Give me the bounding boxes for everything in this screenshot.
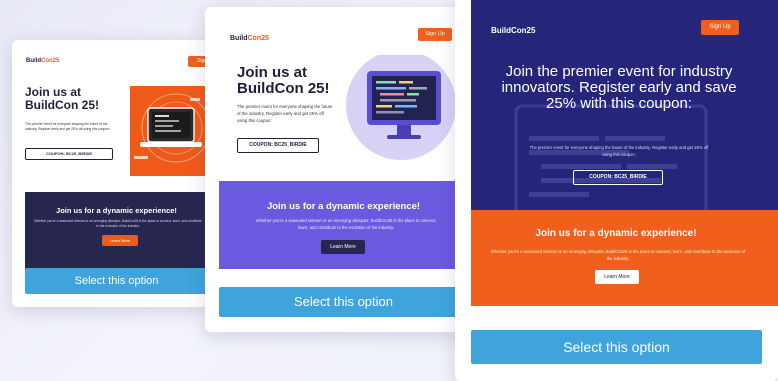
- learn-more-button[interactable]: Learn More: [595, 270, 639, 284]
- learn-more-button[interactable]: Learn More: [321, 240, 365, 254]
- promo-section: Join us for a dynamic experience! Whethe…: [471, 210, 778, 306]
- select-option-button-3[interactable]: Select this option: [471, 330, 762, 364]
- hero-section: BuildCon25 Sign Up Join the premier even…: [471, 0, 778, 218]
- headline: Join us at BuildCon 25!: [237, 64, 330, 97]
- laptop-illustration: [130, 86, 208, 176]
- email-option-card-3: BuildCon25 Sign Up Join the premier even…: [455, 0, 778, 381]
- coupon-code: COUPON: BC25_BIRDIE: [237, 138, 319, 153]
- buildcon-logo: BuildCon25: [491, 26, 536, 35]
- promo-body: Whether you're a seasoned veteran or an …: [34, 219, 202, 228]
- promo-section: Join us for a dynamic experience! Whethe…: [25, 192, 208, 270]
- promo-body: Whether you're a seasoned veteran or an …: [255, 218, 437, 230]
- intro-text: The premier event for everyone shaping t…: [237, 104, 333, 123]
- learn-more-button[interactable]: Learn More: [102, 235, 138, 246]
- buildcon-logo: BuildCon25: [230, 35, 269, 42]
- select-option-button-2[interactable]: Select this option: [219, 287, 468, 317]
- intro-text: The premier event for everyone shaping t…: [529, 145, 709, 157]
- promo-section: Join us for a dynamic experience! Whethe…: [219, 181, 468, 269]
- email-option-card-2: BuildCon25 Sign Up Join us at BuildCon 2…: [205, 7, 468, 332]
- select-option-button-1[interactable]: Select this option: [25, 268, 208, 294]
- promo-title: Join us for a dynamic experience!: [266, 201, 421, 212]
- sign-up-button[interactable]: Sign Up: [418, 28, 452, 41]
- coupon-code: COUPON: BC25_BIRDIE: [573, 170, 663, 185]
- headline: Join us at BuildCon 25!: [25, 85, 99, 112]
- intro-text: The premier event for everyone shaping t…: [25, 122, 110, 131]
- promo-body: Whether you're a seasoned veteran or an …: [490, 249, 746, 261]
- monitor-illustration: [345, 50, 468, 165]
- sign-up-button[interactable]: Sign Up: [701, 20, 739, 35]
- headline: Join the premier event for industry inno…: [501, 63, 737, 112]
- promo-title: Join us for a dynamic experience!: [56, 206, 177, 215]
- promo-title: Join us for a dynamic experience!: [535, 228, 697, 239]
- buildcon-logo: BuildCon25: [26, 58, 60, 64]
- coupon-code: COUPON: BC25_BIRDIE: [25, 148, 113, 160]
- email-option-card-1: BuildCon25 Sign Join us at BuildCon 25! …: [12, 40, 208, 307]
